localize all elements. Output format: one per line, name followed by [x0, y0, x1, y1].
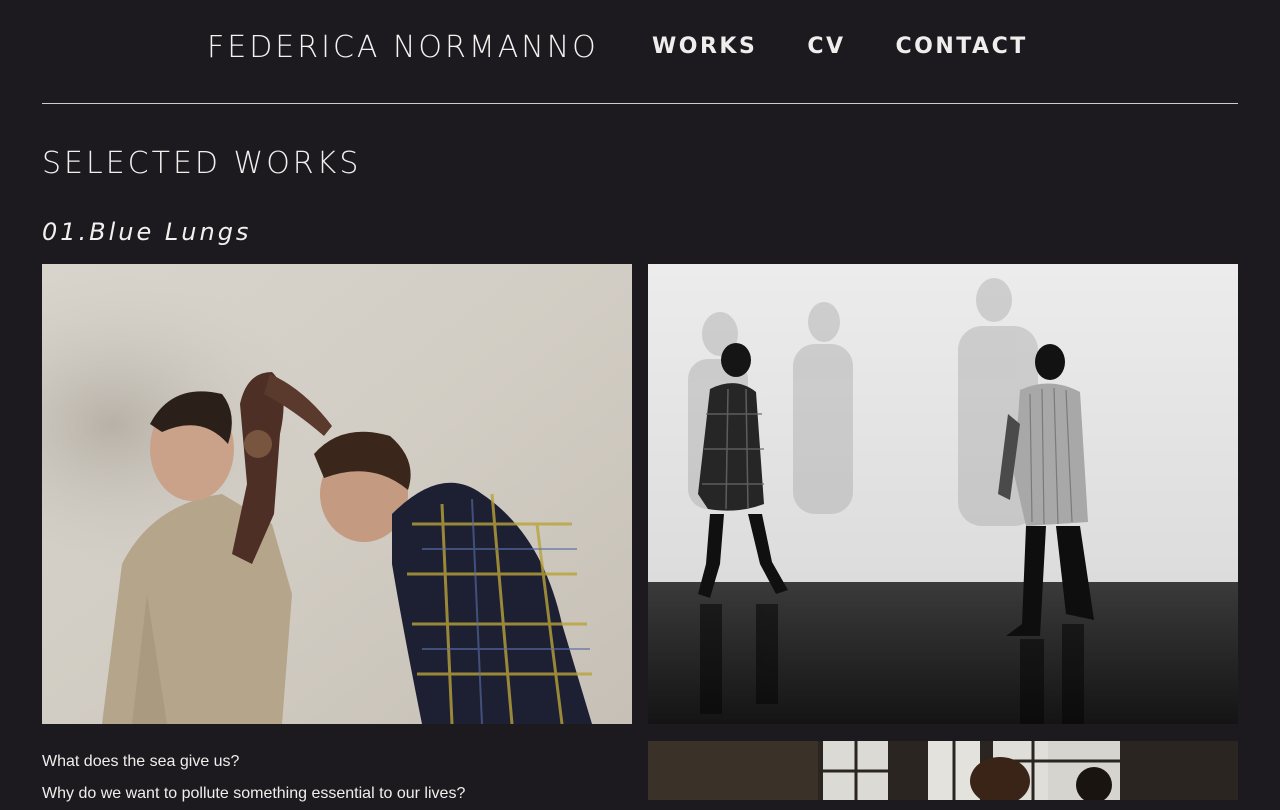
description-line: Why do we want to pollute something esse… [42, 785, 466, 802]
work-image-1[interactable] [42, 264, 632, 724]
two-dancers-color-photo [42, 264, 632, 724]
nav-works-link[interactable]: WORKS [652, 34, 757, 59]
work-image-2[interactable] [648, 264, 1238, 724]
dancers-against-wall-bw-photo [648, 264, 1238, 724]
dancers-by-window-photo [648, 741, 1238, 800]
description-line: What does the sea give us? [42, 753, 240, 770]
work-image-3[interactable] [648, 741, 1238, 800]
nav-cv-link[interactable]: CV [807, 34, 845, 59]
main-nav: WORKS CV CONTACT [652, 34, 1078, 59]
site-header: FEDERICA NORMANNO WORKS CV CONTACT [0, 0, 1280, 104]
nav-contact-link[interactable]: CONTACT [895, 34, 1027, 59]
site-brand-link[interactable]: FEDERICA NORMANNO [207, 30, 599, 65]
section-title: SELECTED WORKS [42, 146, 362, 181]
work-title: 01.Blue Lungs [42, 218, 252, 246]
header-divider [42, 103, 1238, 104]
work-description: What does the sea give us? Why do we wan… [42, 746, 632, 810]
